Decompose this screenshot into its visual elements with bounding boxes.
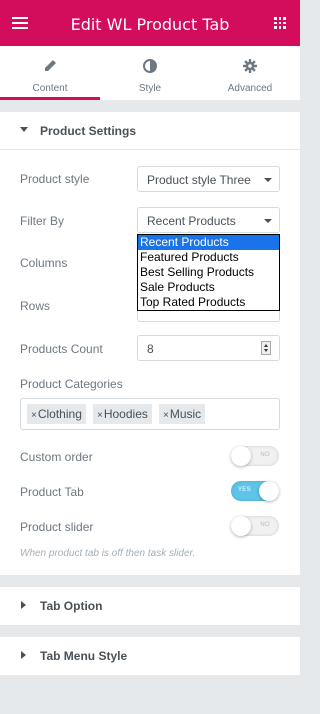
products-count-input[interactable]: 8 bbox=[137, 335, 280, 361]
tag-label: Hoodies bbox=[103, 407, 148, 421]
chevron-down-icon bbox=[264, 219, 272, 223]
tab-option-section[interactable]: Tab Option bbox=[0, 587, 300, 625]
product-categories-label: Product Categories bbox=[20, 377, 123, 391]
tab-content[interactable]: Content bbox=[0, 46, 100, 100]
remove-tag-icon[interactable]: × bbox=[97, 410, 103, 421]
product-settings-header[interactable]: Product Settings bbox=[0, 112, 300, 150]
product-style-label: Product style bbox=[20, 172, 90, 186]
editor-header: Edit WL Product Tab bbox=[0, 0, 300, 46]
panel-title: Edit WL Product Tab bbox=[70, 15, 230, 34]
product-categories-input[interactable]: ×Clothing ×Hoodies ×Music bbox=[20, 398, 280, 430]
tab-style[interactable]: Style bbox=[100, 46, 200, 100]
filter-by-label: Filter By bbox=[20, 214, 65, 228]
pencil-icon bbox=[45, 60, 56, 71]
custom-order-label: Custom order bbox=[20, 450, 93, 464]
gear-icon bbox=[243, 59, 257, 73]
columns-label: Columns bbox=[20, 256, 68, 270]
remove-tag-icon[interactable]: × bbox=[163, 410, 169, 421]
remove-tag-icon[interactable]: × bbox=[31, 410, 37, 421]
rows-label: Rows bbox=[20, 299, 51, 313]
switch-state: YES bbox=[238, 487, 251, 493]
products-count-label: Products Count bbox=[20, 342, 103, 356]
switch-knob bbox=[231, 446, 251, 466]
panel-tabs: Content Style Advanced bbox=[0, 46, 300, 100]
section-title: Product Settings bbox=[40, 124, 137, 138]
product-tab-label: Product Tab bbox=[20, 485, 84, 499]
category-tag[interactable]: ×Clothing bbox=[27, 404, 86, 424]
dropdown-option[interactable]: Featured Products bbox=[138, 250, 279, 265]
caret-right-icon bbox=[21, 651, 26, 659]
tag-label: Music bbox=[169, 407, 202, 421]
number-spinner[interactable] bbox=[261, 341, 271, 355]
switch-state: NO bbox=[260, 452, 270, 458]
product-slider-label: Product slider bbox=[20, 520, 94, 534]
product-tab-switch[interactable]: YES bbox=[231, 481, 279, 501]
caret-down-icon bbox=[20, 127, 28, 132]
caret-right-icon bbox=[21, 601, 26, 609]
tab-label: Advanced bbox=[227, 83, 273, 94]
increment-icon[interactable] bbox=[264, 344, 268, 347]
tabs-gap bbox=[0, 100, 300, 112]
dropdown-option[interactable]: Recent Products bbox=[138, 235, 279, 250]
filter-by-select[interactable]: Recent Products bbox=[137, 207, 280, 233]
product-slider-switch[interactable]: NO bbox=[231, 516, 279, 536]
chevron-down-icon bbox=[264, 178, 272, 182]
dropdown-option[interactable]: Sale Products bbox=[138, 280, 279, 295]
filter-by-value: Recent Products bbox=[147, 214, 236, 228]
product-style-select[interactable]: Product style Three bbox=[137, 166, 280, 192]
dropdown-option[interactable]: Best Selling Products bbox=[138, 265, 279, 280]
switch-knob bbox=[231, 516, 251, 536]
decrement-icon[interactable] bbox=[264, 349, 268, 352]
custom-order-switch[interactable]: NO bbox=[231, 446, 279, 466]
category-tag[interactable]: ×Hoodies bbox=[93, 404, 152, 424]
section-title: Tab Menu Style bbox=[40, 649, 128, 663]
contrast-icon bbox=[143, 59, 157, 73]
category-tag[interactable]: ×Music bbox=[159, 404, 206, 424]
dropdown-option[interactable]: Top Rated Products bbox=[138, 295, 279, 310]
tab-label: Content bbox=[32, 83, 68, 94]
products-count-value: 8 bbox=[147, 342, 154, 356]
tab-menu-style-section[interactable]: Tab Menu Style bbox=[0, 637, 300, 675]
filter-by-dropdown[interactable]: Recent Products Featured Products Best S… bbox=[137, 234, 280, 311]
section-title: Tab Option bbox=[40, 599, 103, 613]
tag-label: Clothing bbox=[37, 407, 82, 421]
tab-label: Style bbox=[138, 83, 162, 94]
switch-state: NO bbox=[260, 522, 270, 528]
apps-grid-icon[interactable] bbox=[274, 17, 286, 29]
product-style-value: Product style Three bbox=[147, 173, 251, 187]
switch-knob bbox=[259, 481, 279, 501]
help-note: When product tab is off then task slider… bbox=[20, 548, 196, 559]
tab-advanced[interactable]: Advanced bbox=[200, 46, 300, 100]
